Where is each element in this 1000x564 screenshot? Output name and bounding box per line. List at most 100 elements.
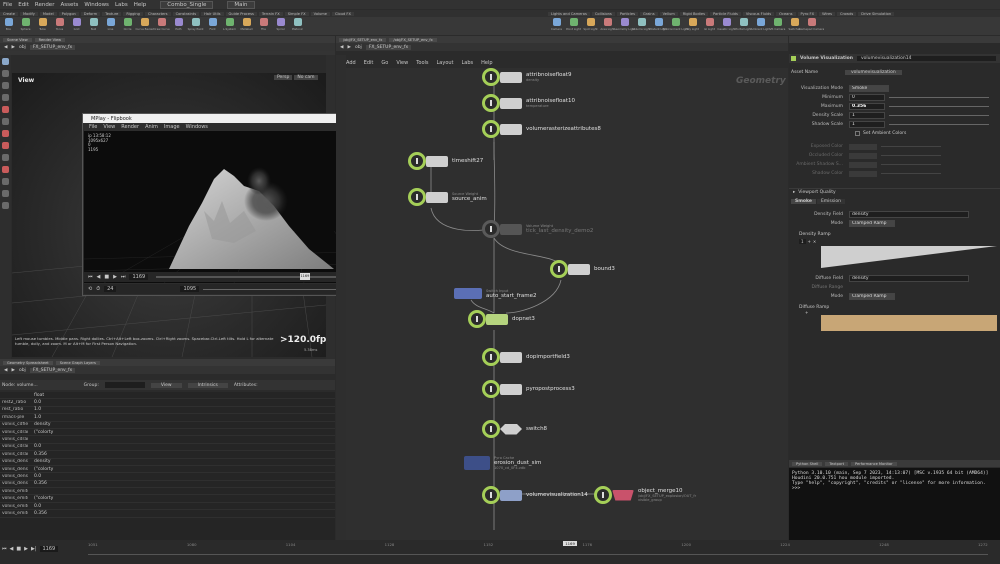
shelf-tab[interactable]: Pyro FX [797,11,818,16]
back-arrow-icon[interactable]: ◀ [340,45,343,50]
node-body[interactable] [568,263,590,275]
path-net[interactable]: FX_SETUP_env_fx [29,44,76,50]
ramp-idx-field[interactable]: 1 [799,239,806,244]
node-label[interactable]: bound3 [594,266,615,272]
maximum-slider[interactable] [889,106,989,107]
shelf-tab[interactable]: Drive Simulation [858,11,895,16]
table-row[interactable]: volvis_densityra 0.356 [0,481,335,489]
viewport-quality-folder[interactable]: ▸ Viewport Quality [789,188,1000,196]
start-field[interactable]: 1095 [180,286,200,292]
network-canvas[interactable]: Geometry attribnoisefloat9 density attribn… [346,68,788,540]
maximum-field[interactable]: 0.356 [849,103,885,110]
first-frame-icon[interactable]: ⏮ [88,274,93,280]
shelf-tool[interactable]: L-System [223,17,236,33]
table-row[interactable]: volvis_emitcdra ("colorty [0,495,335,503]
last-frame-icon[interactable]: ⏭ [121,274,126,280]
shelf-tab[interactable]: Polygon [58,11,79,16]
shelf-tab[interactable]: Lights and Cameras [548,11,590,16]
scrub-handle[interactable]: 1169 [299,273,310,280]
network-node[interactable]: Switch Input auto_start_frame2 [454,288,537,299]
shelf-tool[interactable]: Gamepad Camera [799,17,824,33]
table-row[interactable]: rmacs-ple 1.0 [0,414,335,422]
shelf-tool[interactable]: Volume Light [632,17,651,33]
tl-next-icon[interactable]: ▶| [31,546,37,552]
node-flag-ring[interactable] [482,68,500,86]
path-root[interactable]: obj [355,45,362,50]
stop-icon[interactable]: ■ [104,274,109,280]
shelf-tool[interactable]: Torus [53,17,66,33]
shelf-tool[interactable]: Spray Paint [188,17,203,33]
shelf-tool[interactable]: Environment Light [663,17,688,33]
menu-assets[interactable]: Assets [60,2,78,8]
shelf-tab[interactable]: Simple FX [284,11,309,16]
network-node[interactable]: pyropostprocess3 [482,380,575,398]
node-flag-ring[interactable] [482,380,500,398]
flipbook-menu-file[interactable]: File [89,124,97,130]
snap-tool-icon[interactable] [2,154,9,161]
tab-network-1[interactable]: /obj/FX_SETUP_env_fx [339,37,387,42]
shelf-tab[interactable]: Model [39,11,57,16]
flipbook-menu-view[interactable]: View [103,124,115,130]
asset-name-field[interactable]: volumevisualization [845,70,902,75]
color-swatch[interactable] [849,152,877,159]
shelf-tool[interactable]: Path [172,17,185,33]
shelf-tool[interactable]: File [257,17,270,33]
shelf-tool[interactable]: Metaball [240,17,253,33]
tl-first-icon[interactable]: ⏮ [2,546,7,552]
node-flag-ring[interactable] [482,486,500,504]
group-field[interactable] [104,382,145,388]
shadow-scale-slider[interactable] [889,124,989,125]
shelf-tab[interactable]: Constraints [172,11,200,16]
shelf-tab[interactable]: Vellum [659,11,678,16]
node-body[interactable] [454,288,482,299]
persp-menu[interactable]: Persp [274,75,293,80]
shelf-tool[interactable]: Platonic [291,17,304,33]
shelf-tool[interactable]: Curve Bezier [136,17,153,33]
flipbook-menu-anim[interactable]: Anim [145,124,158,130]
minimum-field[interactable]: 0 [849,94,885,101]
menu-windows[interactable]: Windows [84,2,109,8]
vis-mode-menu[interactable]: Smoke [849,85,889,92]
net-menu-help[interactable]: Help [481,60,492,66]
scale-tool-icon[interactable] [2,94,9,101]
shelf-tab[interactable]: Collisions [591,11,615,16]
tab-geometry-spreadsheet[interactable]: Geometry Spreadsheet [3,360,53,365]
flipbook-menu-image[interactable]: Image [164,124,180,130]
shelf-tool[interactable]: Geometry Light [614,17,635,33]
table-row[interactable]: volvis_cdrangel 0.0 [0,444,335,452]
node-label[interactable]: timeshift27 [452,158,483,164]
tab-performance-monitor[interactable]: Performance Monitor [851,461,897,466]
node-body[interactable] [500,351,522,363]
network-node[interactable]: timeshift27 [408,152,483,170]
shelf-tab[interactable]: Texture [102,11,122,16]
path-root[interactable]: obj [19,368,26,373]
shelf-tool[interactable]: Area Light [600,17,615,33]
back-arrow-icon[interactable]: ◀ [4,368,7,373]
select-tool-icon[interactable] [2,58,9,65]
node-body[interactable] [500,123,522,135]
table-row[interactable]: volvis_cdrampr [0,436,335,444]
net-menu-view[interactable]: View [396,60,408,66]
brush-tool-icon[interactable] [2,142,9,149]
network-node[interactable]: attribnoisefloat9 density [482,68,571,86]
menu-labs[interactable]: Labs [115,2,128,8]
set-ambient-checkbox[interactable] [855,131,860,136]
tab-network-2[interactable]: /obj/FX_SETUP_env_fx [389,37,437,42]
shelf-tool[interactable]: Font [206,17,219,33]
node-flag-ring[interactable] [482,348,500,366]
intrinsics-menu[interactable]: Intrinsics [187,382,228,388]
frame-field[interactable]: 1169 [129,274,149,280]
node-flag-ring[interactable] [482,94,500,112]
network-node[interactable]: object_merge10/obj/FX_SETUP_explosion/OU… [594,486,696,504]
shelf-tab[interactable]: Wires [819,11,836,16]
light-tool-icon[interactable] [2,190,9,197]
handle-tool-icon[interactable] [2,106,9,113]
network-node[interactable]: volumerasterizeattributes8 [482,120,601,138]
density-scale-field[interactable]: 1 [849,112,885,119]
density-field-input[interactable]: density [849,211,969,218]
view-menu[interactable]: View [150,382,182,388]
tab-textport[interactable]: Textport [825,461,849,466]
shelf-tab[interactable]: Oceans [776,11,796,16]
shelf-tool[interactable]: Tube [36,17,49,33]
tl-frame-field[interactable]: 1169 [39,546,59,552]
